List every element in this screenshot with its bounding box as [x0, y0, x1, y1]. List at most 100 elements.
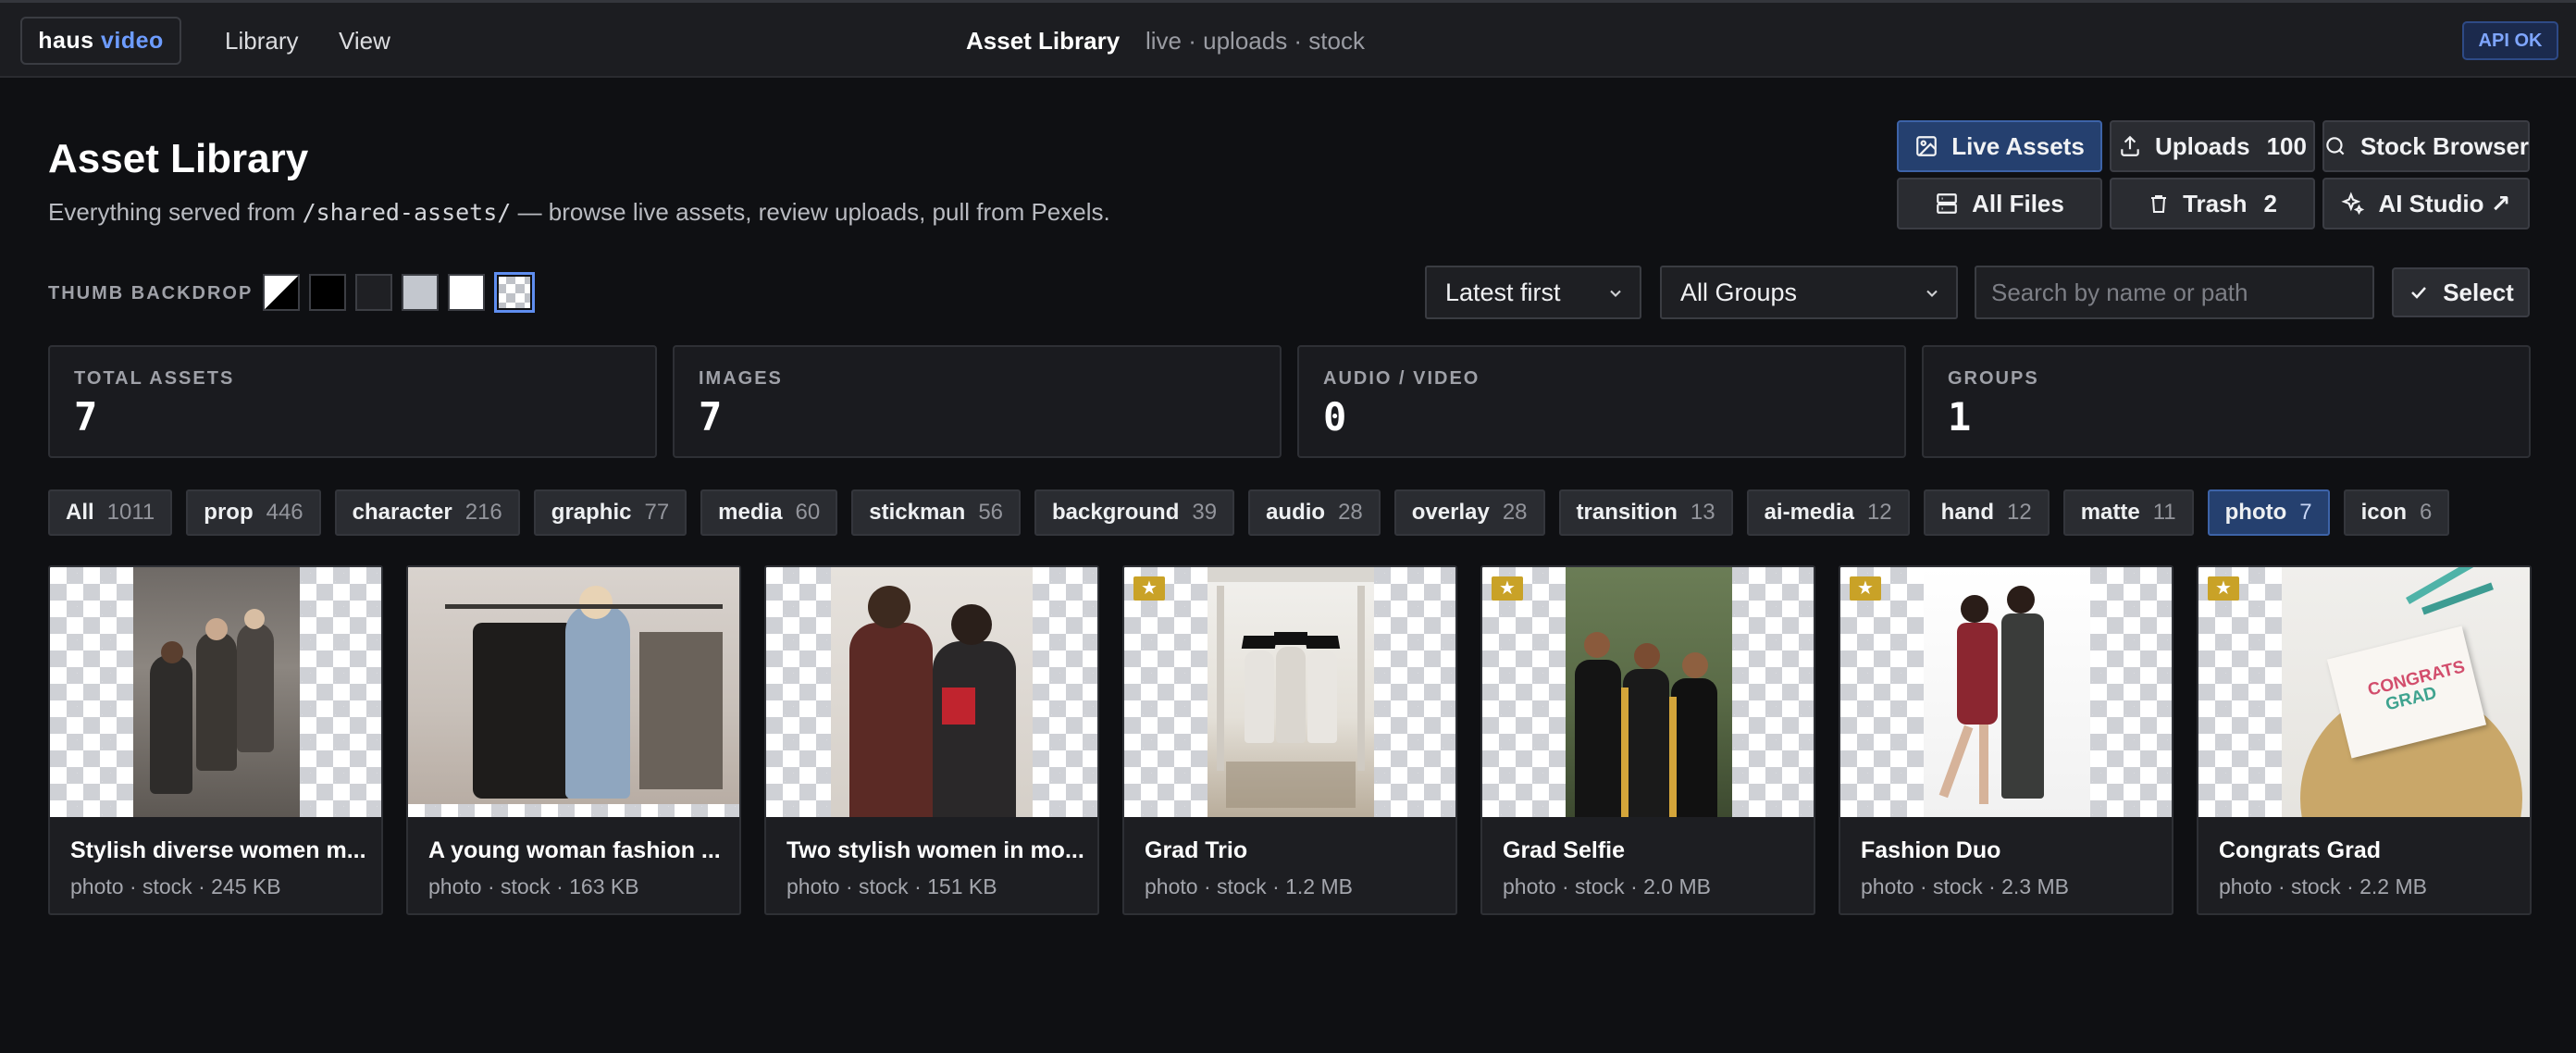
chip-name: transition: [1576, 500, 1678, 525]
asset-card[interactable]: ★ Grad Selfie photo · stock · 2.0 MB: [1480, 565, 1815, 915]
chip-prop[interactable]: prop 446: [186, 489, 321, 536]
asset-title: Stylish diverse women m...: [70, 837, 366, 863]
chip-count: 6: [2419, 500, 2433, 525]
chip-count: 1011: [106, 500, 155, 525]
all-files-label: All Files: [1972, 189, 2064, 217]
stat-value: 0: [1323, 394, 1347, 440]
asset-thumbnail: ★: [1124, 567, 1455, 817]
asset-card[interactable]: ★ Fashion Duo photo · stock · 2.3 MB: [1839, 565, 2174, 915]
top-bar-subtitle: live · uploads · stock: [1146, 27, 1365, 55]
chip-name: media: [718, 500, 783, 525]
thumb-backdrop-label: THUMB BACKDROP: [48, 283, 254, 304]
check-icon: [2411, 287, 2427, 299]
chip-count: 446: [266, 500, 303, 525]
asset-card[interactable]: CONGRATS GRAD ★ Congrats Grad photo · st…: [2197, 565, 2532, 915]
ai-studio-button[interactable]: AI Studio ↗: [2322, 178, 2530, 229]
chip-graphic[interactable]: graphic 77: [533, 489, 687, 536]
chip-count: 12: [2006, 500, 2032, 525]
asset-card[interactable]: Two stylish women in mo... photo · stock…: [764, 565, 1099, 915]
page-title: Asset Library: [48, 136, 309, 181]
chip-transition[interactable]: transition 13: [1558, 489, 1733, 536]
asset-meta: photo · stock · 1.2 MB: [1145, 874, 1353, 898]
logo-accent-text: video: [101, 28, 164, 54]
asset-meta: photo · stock · 2.0 MB: [1503, 874, 1711, 898]
stat-groups: GROUPS 1: [1922, 345, 2531, 458]
backdrop-white-swatch[interactable]: [448, 274, 485, 311]
asset-photo: [1924, 567, 2090, 817]
stock-browser-label: Stock Browser: [2359, 131, 2530, 160]
chip-name: ai-media: [1764, 500, 1854, 525]
search-input[interactable]: [1975, 266, 2374, 319]
trash-button[interactable]: Trash 2: [2110, 178, 2315, 229]
star-icon[interactable]: ★: [1492, 576, 1523, 601]
chip-name: overlay: [1411, 500, 1490, 525]
trash-label: Trash: [2183, 189, 2248, 217]
nav-library[interactable]: Library: [225, 26, 298, 56]
page-description-lead: Everything served from: [48, 198, 303, 226]
chip-name: background: [1052, 500, 1180, 525]
all-files-button[interactable]: All Files: [1897, 178, 2102, 229]
chip-name: hand: [1940, 500, 1994, 525]
chip-matte[interactable]: matte 11: [2062, 489, 2194, 536]
asset-title: Fashion Duo: [1861, 837, 2001, 863]
chip-overlay[interactable]: overlay 28: [1393, 489, 1545, 536]
sort-select[interactable]: Latest first: [1425, 266, 1641, 319]
star-icon[interactable]: ★: [1133, 576, 1165, 601]
asset-card[interactable]: A young woman fashion ... photo · stock …: [406, 565, 741, 915]
live-assets-button[interactable]: Live Assets: [1897, 120, 2102, 172]
server-icon: [1937, 193, 1957, 214]
group-select[interactable]: All Groups: [1660, 266, 1958, 319]
chip-media[interactable]: media 60: [700, 489, 838, 536]
trash-icon: [2151, 195, 2167, 213]
asset-title: Grad Trio: [1145, 837, 1248, 863]
asset-card[interactable]: ★ Grad Trio photo · stock · 1.2 MB: [1122, 565, 1457, 915]
chip-hand[interactable]: hand 12: [1923, 489, 2050, 536]
select-label: Select: [2443, 278, 2514, 306]
uploads-count: 100: [2266, 131, 2307, 160]
stock-browser-button[interactable]: Stock Browser: [2322, 120, 2530, 172]
chip-ai-media[interactable]: ai-media 12: [1746, 489, 1910, 536]
chip-character[interactable]: character 216: [334, 489, 520, 536]
asset-card[interactable]: Stylish diverse women m... photo · stock…: [48, 565, 383, 915]
star-icon[interactable]: ★: [2208, 576, 2239, 601]
app-logo[interactable]: haus video: [20, 17, 181, 65]
backdrop-checker-swatch[interactable]: [494, 272, 535, 313]
api-status-badge: API OK: [2462, 21, 2558, 60]
select-button[interactable]: Select: [2392, 267, 2530, 317]
chip-audio[interactable]: audio 28: [1248, 489, 1381, 536]
chip-count: 39: [1192, 500, 1218, 525]
page-description: Everything served from /shared-assets/ —…: [48, 196, 1110, 229]
stat-audio-video: AUDIO / VIDEO 0: [1297, 345, 1906, 458]
uploads-button[interactable]: Uploads 100: [2110, 120, 2315, 172]
top-bar-title: Asset Library: [966, 27, 1121, 55]
asset-meta: photo · stock · 245 KB: [70, 874, 281, 898]
asset-photo: [831, 567, 1033, 817]
asset-thumbnail: ★: [1482, 567, 1814, 817]
chip-background[interactable]: background 39: [1034, 489, 1235, 536]
chip-stickman[interactable]: stickman 56: [851, 489, 1022, 536]
chevron-down-icon: [1610, 290, 1621, 297]
star-icon[interactable]: ★: [1850, 576, 1881, 601]
stat-total-assets: TOTAL ASSETS 7: [48, 345, 657, 458]
backdrop-black-swatch[interactable]: [309, 274, 346, 311]
chip-name: matte: [2080, 500, 2140, 525]
group-select-value: All Groups: [1680, 279, 1798, 306]
backdrop-gray-swatch[interactable]: [402, 274, 439, 311]
asset-title: A young woman fashion ...: [428, 837, 721, 863]
chip-photo[interactable]: photo 7: [2207, 489, 2330, 536]
chip-count: 12: [1866, 500, 1892, 525]
chip-count: 77: [644, 500, 670, 525]
nav-view[interactable]: View: [339, 26, 390, 56]
backdrop-dark-swatch[interactable]: [355, 274, 392, 311]
asset-thumbnail: CONGRATS GRAD ★: [2198, 567, 2530, 817]
chip-name: prop: [204, 500, 254, 525]
chip-icon[interactable]: icon 6: [2343, 489, 2450, 536]
stat-label: TOTAL ASSETS: [74, 368, 235, 389]
chip-count: 216: [464, 500, 502, 525]
upload-icon: [2121, 135, 2139, 156]
chip-name: All: [66, 500, 94, 525]
chip-count: 56: [978, 500, 1004, 525]
backdrop-split-swatch[interactable]: [263, 274, 300, 311]
top-bar: haus video Library View Asset Library li…: [0, 0, 2576, 78]
chip-all[interactable]: All 1011: [48, 489, 173, 536]
